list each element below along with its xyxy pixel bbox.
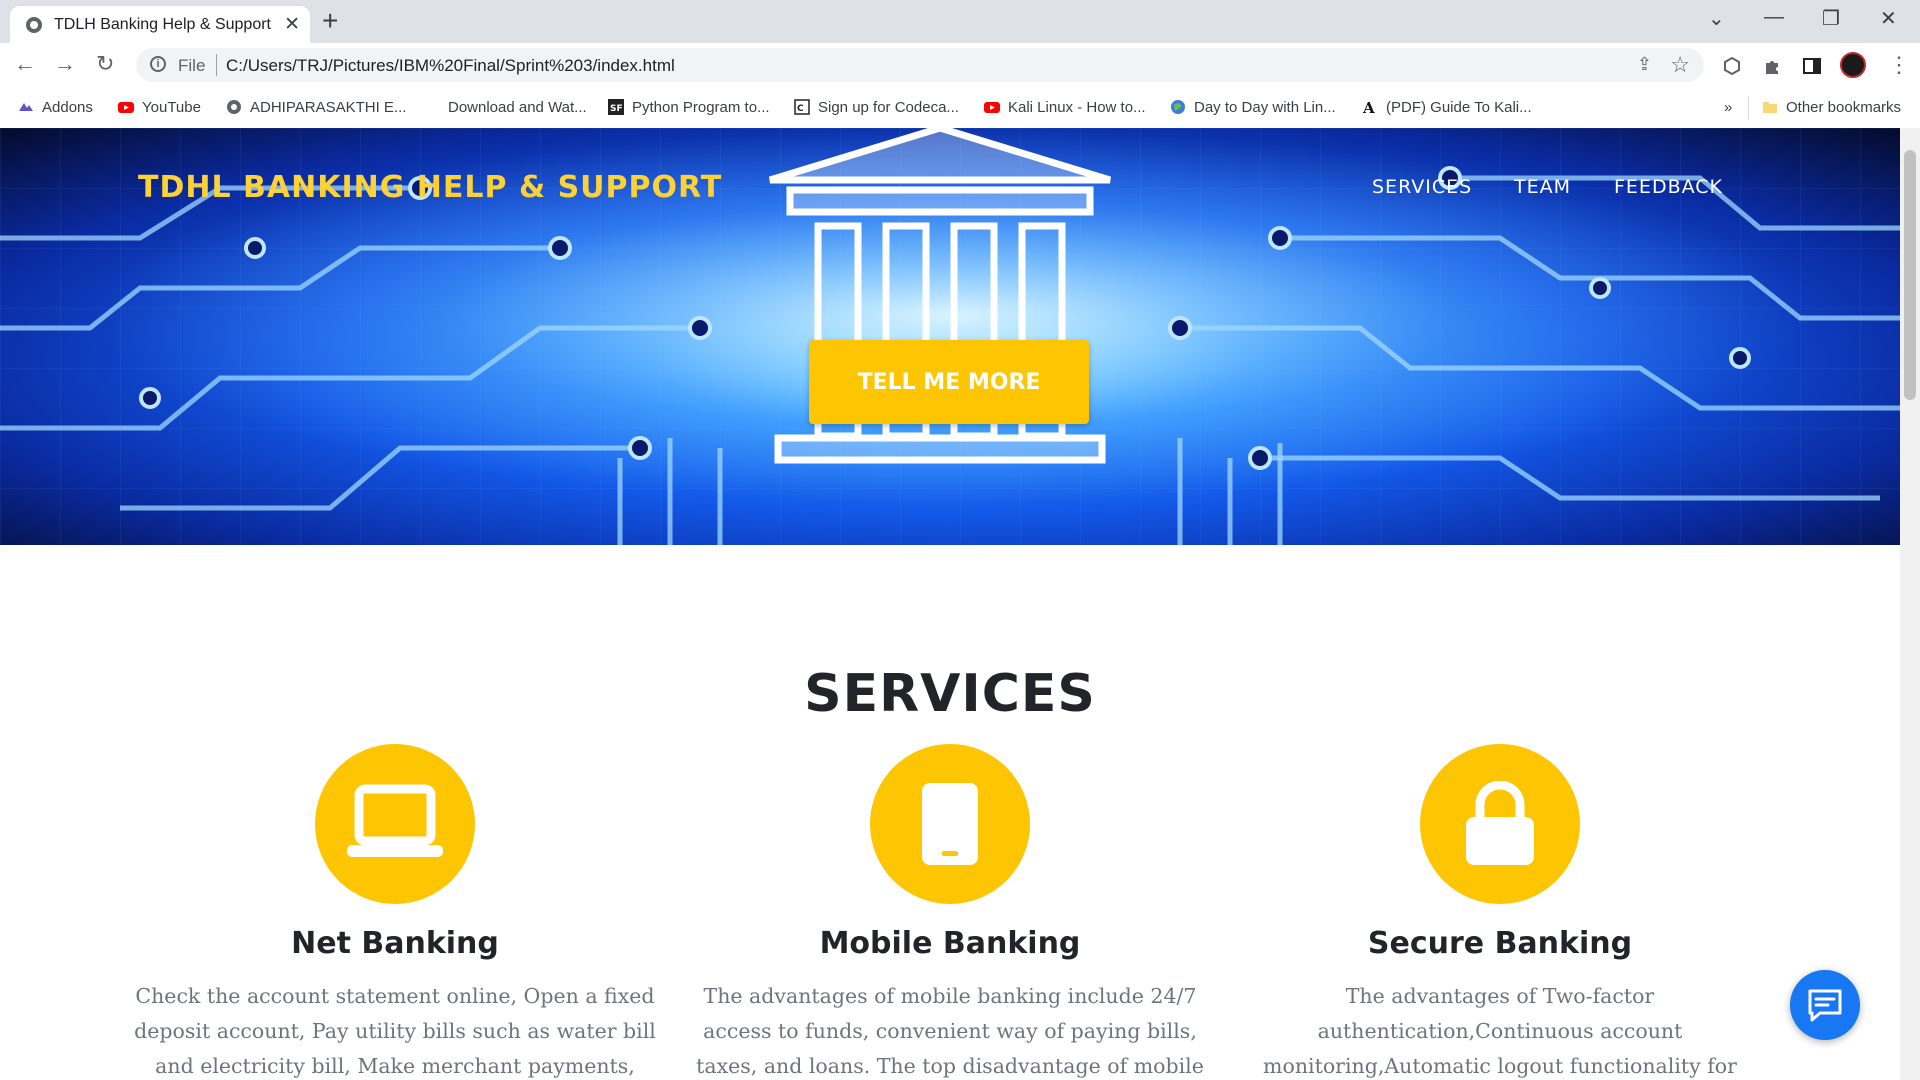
lock-icon [1466,781,1534,865]
bookmark-item[interactable]: C Sign up for Codeca... [794,97,959,119]
service-card-secure-banking: Secure Banking The advantages of Two-fac… [1235,744,1765,1080]
profile-avatar[interactable] [1840,52,1866,78]
share-icon[interactable]: ⇪ [1637,54,1652,75]
chat-widget-button[interactable] [1790,970,1860,1040]
address-bar[interactable]: i File C:/Users/TRJ/Pictures/IBM%20Final… [136,48,1704,82]
sf-icon: SF [608,99,624,115]
address-scheme: File [178,56,206,75]
bookmark-item[interactable]: ADHIPARASAKTHI E... [226,97,406,119]
services-heading: SERVICES [804,664,1096,724]
new-tab-button[interactable]: + [322,5,338,37]
bookmark-item[interactable]: Kali Linux - How to... [984,97,1146,119]
back-button[interactable]: ← [14,51,36,77]
globe-icon [1171,100,1185,114]
extension-shield-icon[interactable] [1722,56,1742,76]
minimize-button[interactable]: — [1764,6,1784,29]
info-icon[interactable]: i [150,56,166,72]
folder-icon [1763,102,1777,113]
service-title: Net Banking [291,926,499,961]
bookmark-item[interactable]: Day to Day with Lin... [1170,97,1336,119]
svg-text:A: A [1362,99,1375,115]
other-bookmarks[interactable]: Other bookmarks [1762,97,1901,119]
globe-icon [26,17,42,33]
youtube-icon [118,102,134,113]
svg-text:SF: SF [610,104,623,114]
restore-button[interactable]: ❐ [1822,6,1840,31]
browser-menu-icon[interactable]: ⋮ [1888,52,1910,78]
page-viewport: TDHL BANKING HELP & SUPPORT SERVICES TEA… [0,128,1900,1080]
mobile-icon [922,783,978,865]
close-window-button[interactable]: ✕ [1880,6,1897,31]
site-brand[interactable]: TDHL BANKING HELP & SUPPORT [138,170,722,205]
bookmarks-overflow-button[interactable]: » [1724,97,1732,119]
service-icon-circle [1420,744,1580,904]
tab-title: TDLH Banking Help & Support [54,16,271,33]
addons-icon [19,103,33,111]
scrollbar-thumb[interactable] [1904,150,1916,400]
service-icon-circle [315,744,475,904]
side-panel-icon[interactable] [1802,56,1822,76]
tab-search-icon[interactable]: ⌄ [1708,6,1725,31]
service-description: Check the account statement online, Open… [134,984,656,1078]
address-url[interactable]: C:/Users/TRJ/Pictures/IBM%20Final/Sprint… [226,56,675,76]
blank-icon [424,99,440,115]
tell-me-more-button[interactable]: TELL ME MORE [809,340,1089,424]
laptop-icon [347,784,443,857]
service-title: Secure Banking [1367,926,1633,961]
bookmark-item[interactable]: Addons [18,97,93,119]
service-icon-circle [870,744,1030,904]
extensions-puzzle-icon[interactable] [1762,56,1782,76]
browser-toolbar: ← → ↻ i File C:/Users/TRJ/Pictures/IBM%2… [0,43,1920,88]
bookmark-star-icon[interactable]: ☆ [1670,52,1690,78]
youtube-icon [984,102,1000,113]
academia-icon: A [1362,99,1375,115]
service-card-mobile-banking: Mobile Banking The advantages of mobile … [685,744,1215,1080]
address-separator [216,54,217,76]
service-description: The advantages of mobile banking include… [696,984,1204,1078]
browser-tab-bar: TDLH Banking Help & Support ✕ + ⌄ — ❐ ✕ [0,0,1920,43]
browser-tab[interactable]: TDLH Banking Help & Support ✕ [10,6,310,43]
bookmark-item[interactable]: SF Python Program to... [608,97,770,119]
codecademy-icon: C [794,99,810,115]
page-scrollbar[interactable] [1900,128,1920,1080]
svg-text:C: C [797,104,804,114]
reload-button[interactable]: ↻ [96,51,114,77]
nav-link-services[interactable]: SERVICES [1372,176,1472,198]
bookmarks-divider [1748,96,1749,120]
service-title: Mobile Banking [819,926,1081,961]
bookmarks-bar: Addons YouTube ADHIPARASAKTHI E... Downl… [0,88,1920,129]
service-description: The advantages of Two-factor authenticat… [1263,984,1737,1078]
bookmark-item[interactable]: YouTube [118,97,201,119]
service-card-net-banking: Net Banking Check the account statement … [130,744,660,1080]
globe-icon [227,100,241,114]
close-tab-icon[interactable]: ✕ [284,13,300,36]
chat-icon [1808,989,1842,1022]
nav-link-feedback[interactable]: FEEDBACK [1614,176,1723,198]
bookmark-item[interactable]: Download and Wat... [424,97,587,119]
forward-button[interactable]: → [54,51,76,77]
hero-banner: TDHL BANKING HELP & SUPPORT SERVICES TEA… [0,128,1900,545]
nav-link-team[interactable]: TEAM [1514,176,1571,198]
bookmark-item[interactable]: A (PDF) Guide To Kali... [1362,97,1532,119]
